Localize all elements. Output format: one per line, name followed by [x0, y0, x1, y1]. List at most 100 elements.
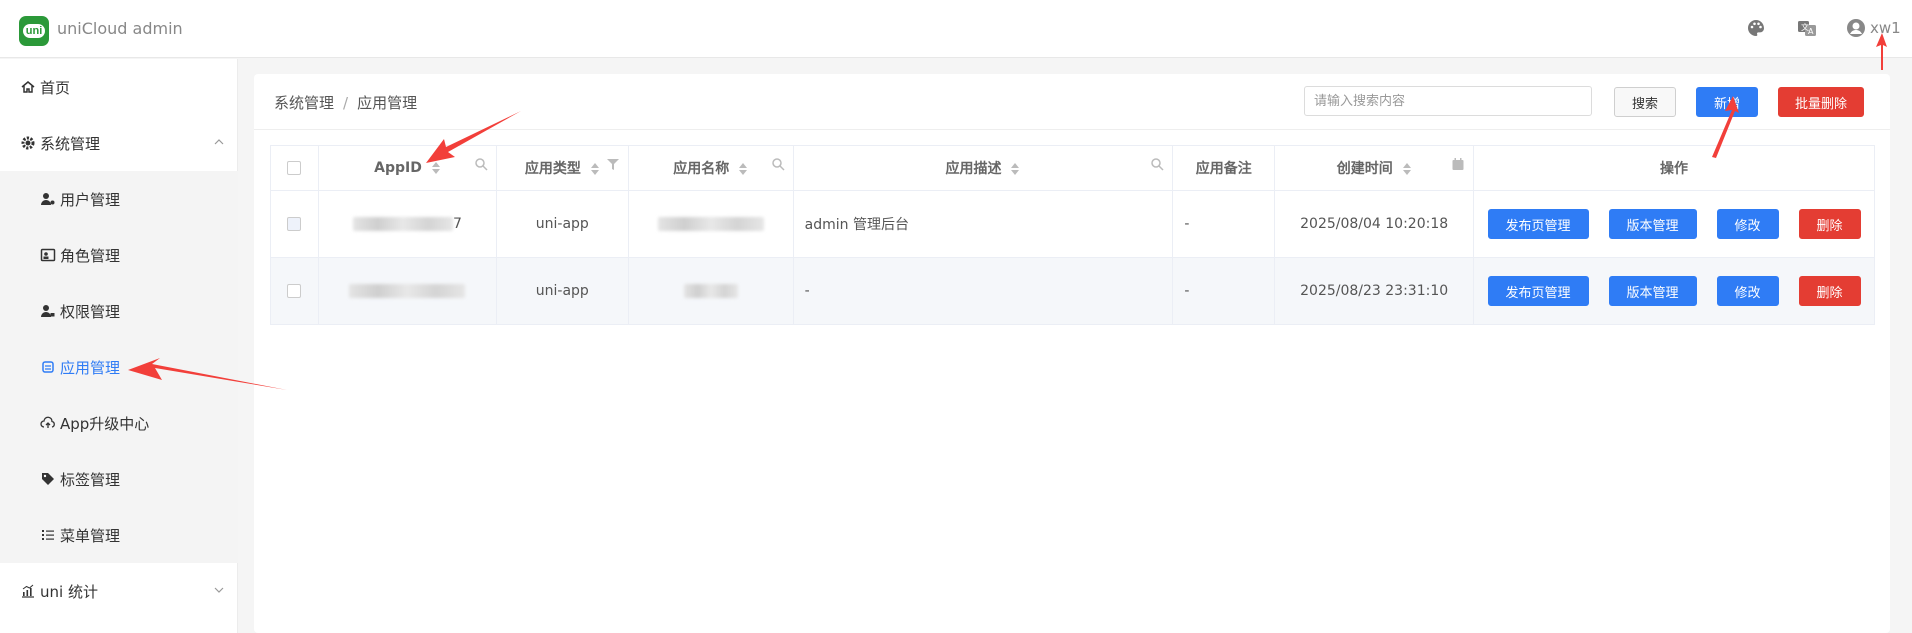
- user-lock-icon: [41, 305, 55, 317]
- redacted-appid: [352, 217, 453, 231]
- name-cell: [627, 257, 794, 325]
- column-actions: 操作: [1473, 145, 1875, 191]
- redacted-appid: [349, 284, 466, 298]
- sort-icon[interactable]: [431, 161, 441, 175]
- sidebar-item-label: 角色管理: [60, 246, 121, 265]
- remark-cell: -: [1172, 190, 1276, 258]
- column-description[interactable]: 应用描述: [792, 145, 1174, 191]
- sidebar-item-apps[interactable]: 应用管理: [0, 339, 238, 395]
- app-title: uniCloud admin: [57, 19, 183, 38]
- svg-text:A: A: [1808, 27, 1814, 36]
- sidebar-item-upgrade-center[interactable]: App升级中心: [0, 395, 238, 451]
- created-cell: 2025/08/23 23:31:10: [1274, 257, 1475, 325]
- appid-suffix: 7: [452, 216, 462, 232]
- sidebar-item-label: 用户管理: [60, 190, 121, 209]
- edit-button[interactable]: 修改: [1716, 276, 1779, 306]
- description-cell: -: [792, 257, 1174, 325]
- sidebar-item-system[interactable]: 系统管理: [0, 115, 238, 171]
- column-title: 应用名称: [673, 161, 730, 177]
- sort-icon[interactable]: [738, 162, 748, 176]
- sort-icon[interactable]: [590, 162, 600, 176]
- delete-button[interactable]: 删除: [1798, 209, 1861, 239]
- filter-icon[interactable]: [606, 157, 620, 171]
- sidebar-item-label: App升级中心: [60, 414, 150, 433]
- apps-table: AppID 应用类型 应用名称 应用描述 应用备注 创建时间 操作 7 uni-…: [270, 145, 1875, 325]
- publish-page-button[interactable]: 发布页管理: [1487, 276, 1589, 306]
- sidebar-item-tags[interactable]: 标签管理: [0, 451, 238, 507]
- version-button[interactable]: 版本管理: [1608, 276, 1697, 306]
- edit-button[interactable]: 修改: [1716, 209, 1779, 239]
- breadcrumb-current: 应用管理: [357, 94, 418, 112]
- redacted-name: [683, 284, 738, 298]
- column-remark: 应用备注: [1172, 145, 1276, 191]
- version-button[interactable]: 版本管理: [1608, 209, 1697, 239]
- search-icon[interactable]: [474, 157, 488, 171]
- redacted-name: [657, 217, 764, 231]
- breadcrumb-parent[interactable]: 系统管理: [274, 94, 334, 112]
- column-type[interactable]: 应用类型: [495, 145, 629, 191]
- column-title: AppID: [374, 160, 422, 176]
- sidebar-item-home[interactable]: 首页: [0, 59, 238, 115]
- list-icon: [42, 530, 54, 540]
- row-select-cell: [270, 190, 319, 258]
- calendar-icon[interactable]: [1451, 157, 1465, 171]
- search-icon[interactable]: [771, 157, 785, 171]
- actions-cell: 发布页管理 版本管理 修改 删除: [1473, 190, 1875, 258]
- sidebar-item-menus[interactable]: 菜单管理: [0, 507, 238, 563]
- column-created[interactable]: 创建时间: [1274, 145, 1475, 191]
- sidebar-item-label: 权限管理: [60, 302, 121, 321]
- sidebar-item-uni-stat[interactable]: uni 统计: [0, 563, 238, 619]
- app-icon: [42, 361, 54, 373]
- palette-icon[interactable]: [1746, 18, 1766, 38]
- sidebar: 首页 系统管理 用户管理 角色管理 权限管理 应用管理 App升级中心 标签管理…: [0, 59, 238, 633]
- app-logo[interactable]: uni: [19, 16, 49, 46]
- add-button[interactable]: 新增: [1696, 87, 1758, 117]
- sort-icon[interactable]: [1010, 162, 1020, 176]
- sidebar-item-label: 标签管理: [60, 470, 121, 489]
- remark-cell: -: [1172, 257, 1276, 325]
- delete-button[interactable]: 删除: [1798, 276, 1861, 306]
- home-icon: [21, 81, 35, 93]
- sidebar-item-roles[interactable]: 角色管理: [0, 227, 238, 283]
- appid-cell: 7: [317, 190, 497, 258]
- chevron-up-icon: [214, 139, 224, 145]
- sidebar-item-label: 系统管理: [40, 134, 101, 153]
- search-input[interactable]: [1304, 86, 1592, 116]
- row-checkbox[interactable]: [287, 284, 302, 298]
- row-select-cell: [270, 257, 319, 325]
- user-gear-icon: [41, 193, 55, 205]
- name-cell: [627, 190, 794, 258]
- sidebar-item-users[interactable]: 用户管理: [0, 171, 238, 227]
- chevron-down-icon: [214, 587, 224, 593]
- chart-icon: [22, 584, 34, 598]
- column-title: 创建时间: [1336, 161, 1393, 177]
- table-header-row: AppID 应用类型 应用名称 应用描述 应用备注 创建时间 操作: [270, 145, 1875, 191]
- search-button[interactable]: 搜索: [1614, 87, 1676, 117]
- sidebar-item-label: 应用管理: [60, 358, 121, 377]
- sort-icon[interactable]: [1402, 162, 1412, 176]
- created-cell: 2025/08/04 10:20:18: [1274, 190, 1475, 258]
- description-cell: admin 管理后台: [792, 190, 1174, 258]
- publish-page-button[interactable]: 发布页管理: [1487, 209, 1589, 239]
- column-title: 应用备注: [1195, 161, 1252, 177]
- gear-icon: [21, 136, 35, 150]
- column-appid[interactable]: AppID: [317, 145, 497, 191]
- type-cell: uni-app: [495, 190, 629, 258]
- toolbar-divider: [254, 129, 1890, 130]
- row-checkbox[interactable]: [287, 217, 302, 231]
- batch-delete-button[interactable]: 批量删除: [1778, 87, 1864, 117]
- column-name[interactable]: 应用名称: [627, 145, 794, 191]
- user-menu[interactable]: xw1: [1846, 18, 1901, 38]
- sidebar-item-label: uni 统计: [40, 582, 98, 601]
- cloud-upload-icon: [40, 416, 55, 428]
- table-row: uni-app - - 2025/08/23 23:31:10 发布页管理 版本…: [270, 257, 1875, 325]
- appid-cell: [317, 257, 497, 325]
- search-icon[interactable]: [1150, 157, 1164, 171]
- translate-icon[interactable]: 文 A: [1797, 18, 1817, 38]
- select-all-checkbox[interactable]: [287, 161, 302, 175]
- id-card-icon: [40, 248, 56, 262]
- column-title: 应用类型: [524, 161, 581, 177]
- tag-icon: [42, 473, 54, 485]
- sidebar-item-permissions[interactable]: 权限管理: [0, 283, 238, 339]
- user-avatar-icon: [1847, 19, 1865, 37]
